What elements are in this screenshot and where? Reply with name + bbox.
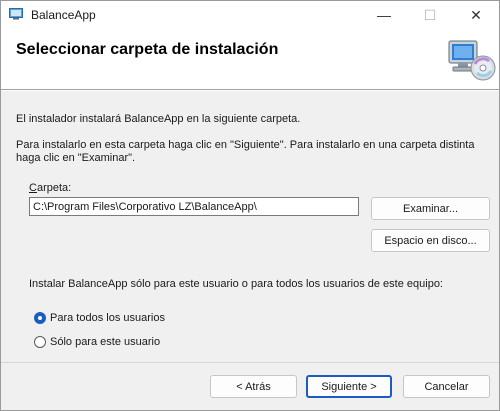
install-scope-question: Instalar BalanceApp sólo para este usuar…: [29, 278, 443, 290]
intro-text: El instalador instalará BalanceApp en la…: [16, 113, 301, 125]
radio-current-user[interactable]: Sólo para este usuario: [34, 336, 160, 348]
minimize-icon: —: [377, 7, 391, 23]
header-divider: [1, 89, 499, 91]
back-button[interactable]: < Atrás: [210, 375, 297, 398]
folder-path-input[interactable]: [29, 197, 359, 216]
cancel-button[interactable]: Cancelar: [403, 375, 490, 398]
disk-space-button[interactable]: Espacio en disco...: [371, 229, 490, 252]
close-button[interactable]: ✕: [453, 1, 499, 29]
radio-unselected-icon[interactable]: [34, 336, 46, 348]
page-title: Seleccionar carpeta de instalación: [16, 41, 279, 58]
radio-selected-icon[interactable]: [34, 312, 46, 324]
footer-divider: [1, 362, 499, 363]
radio-all-users-label[interactable]: Para todos los usuarios: [50, 312, 165, 324]
title-bar: BalanceApp — ☐ ✕: [1, 1, 499, 29]
minimize-button[interactable]: —: [361, 1, 407, 29]
computer-cd-icon: [448, 40, 496, 81]
folder-label: Carpeta:: [29, 182, 71, 194]
radio-all-users[interactable]: Para todos los usuarios: [34, 312, 165, 324]
installer-app-icon: [9, 8, 23, 20]
instructions-text: Para instalarlo en esta carpeta haga cli…: [16, 139, 475, 164]
folder-label-accelerator: C: [29, 182, 37, 194]
browse-button[interactable]: Examinar...: [371, 197, 490, 220]
window-title: BalanceApp: [31, 8, 96, 22]
installer-window: BalanceApp — ☐ ✕ Seleccionar carpeta de …: [0, 0, 500, 411]
maximize-button[interactable]: ☐: [407, 1, 453, 29]
next-button[interactable]: Siguiente >: [306, 375, 392, 398]
maximize-icon: ☐: [423, 6, 437, 23]
close-icon: ✕: [470, 6, 482, 23]
radio-current-user-label[interactable]: Sólo para este usuario: [50, 336, 160, 348]
header-banner: Seleccionar carpeta de instalación: [1, 29, 499, 89]
folder-label-text: arpeta:: [36, 182, 72, 194]
